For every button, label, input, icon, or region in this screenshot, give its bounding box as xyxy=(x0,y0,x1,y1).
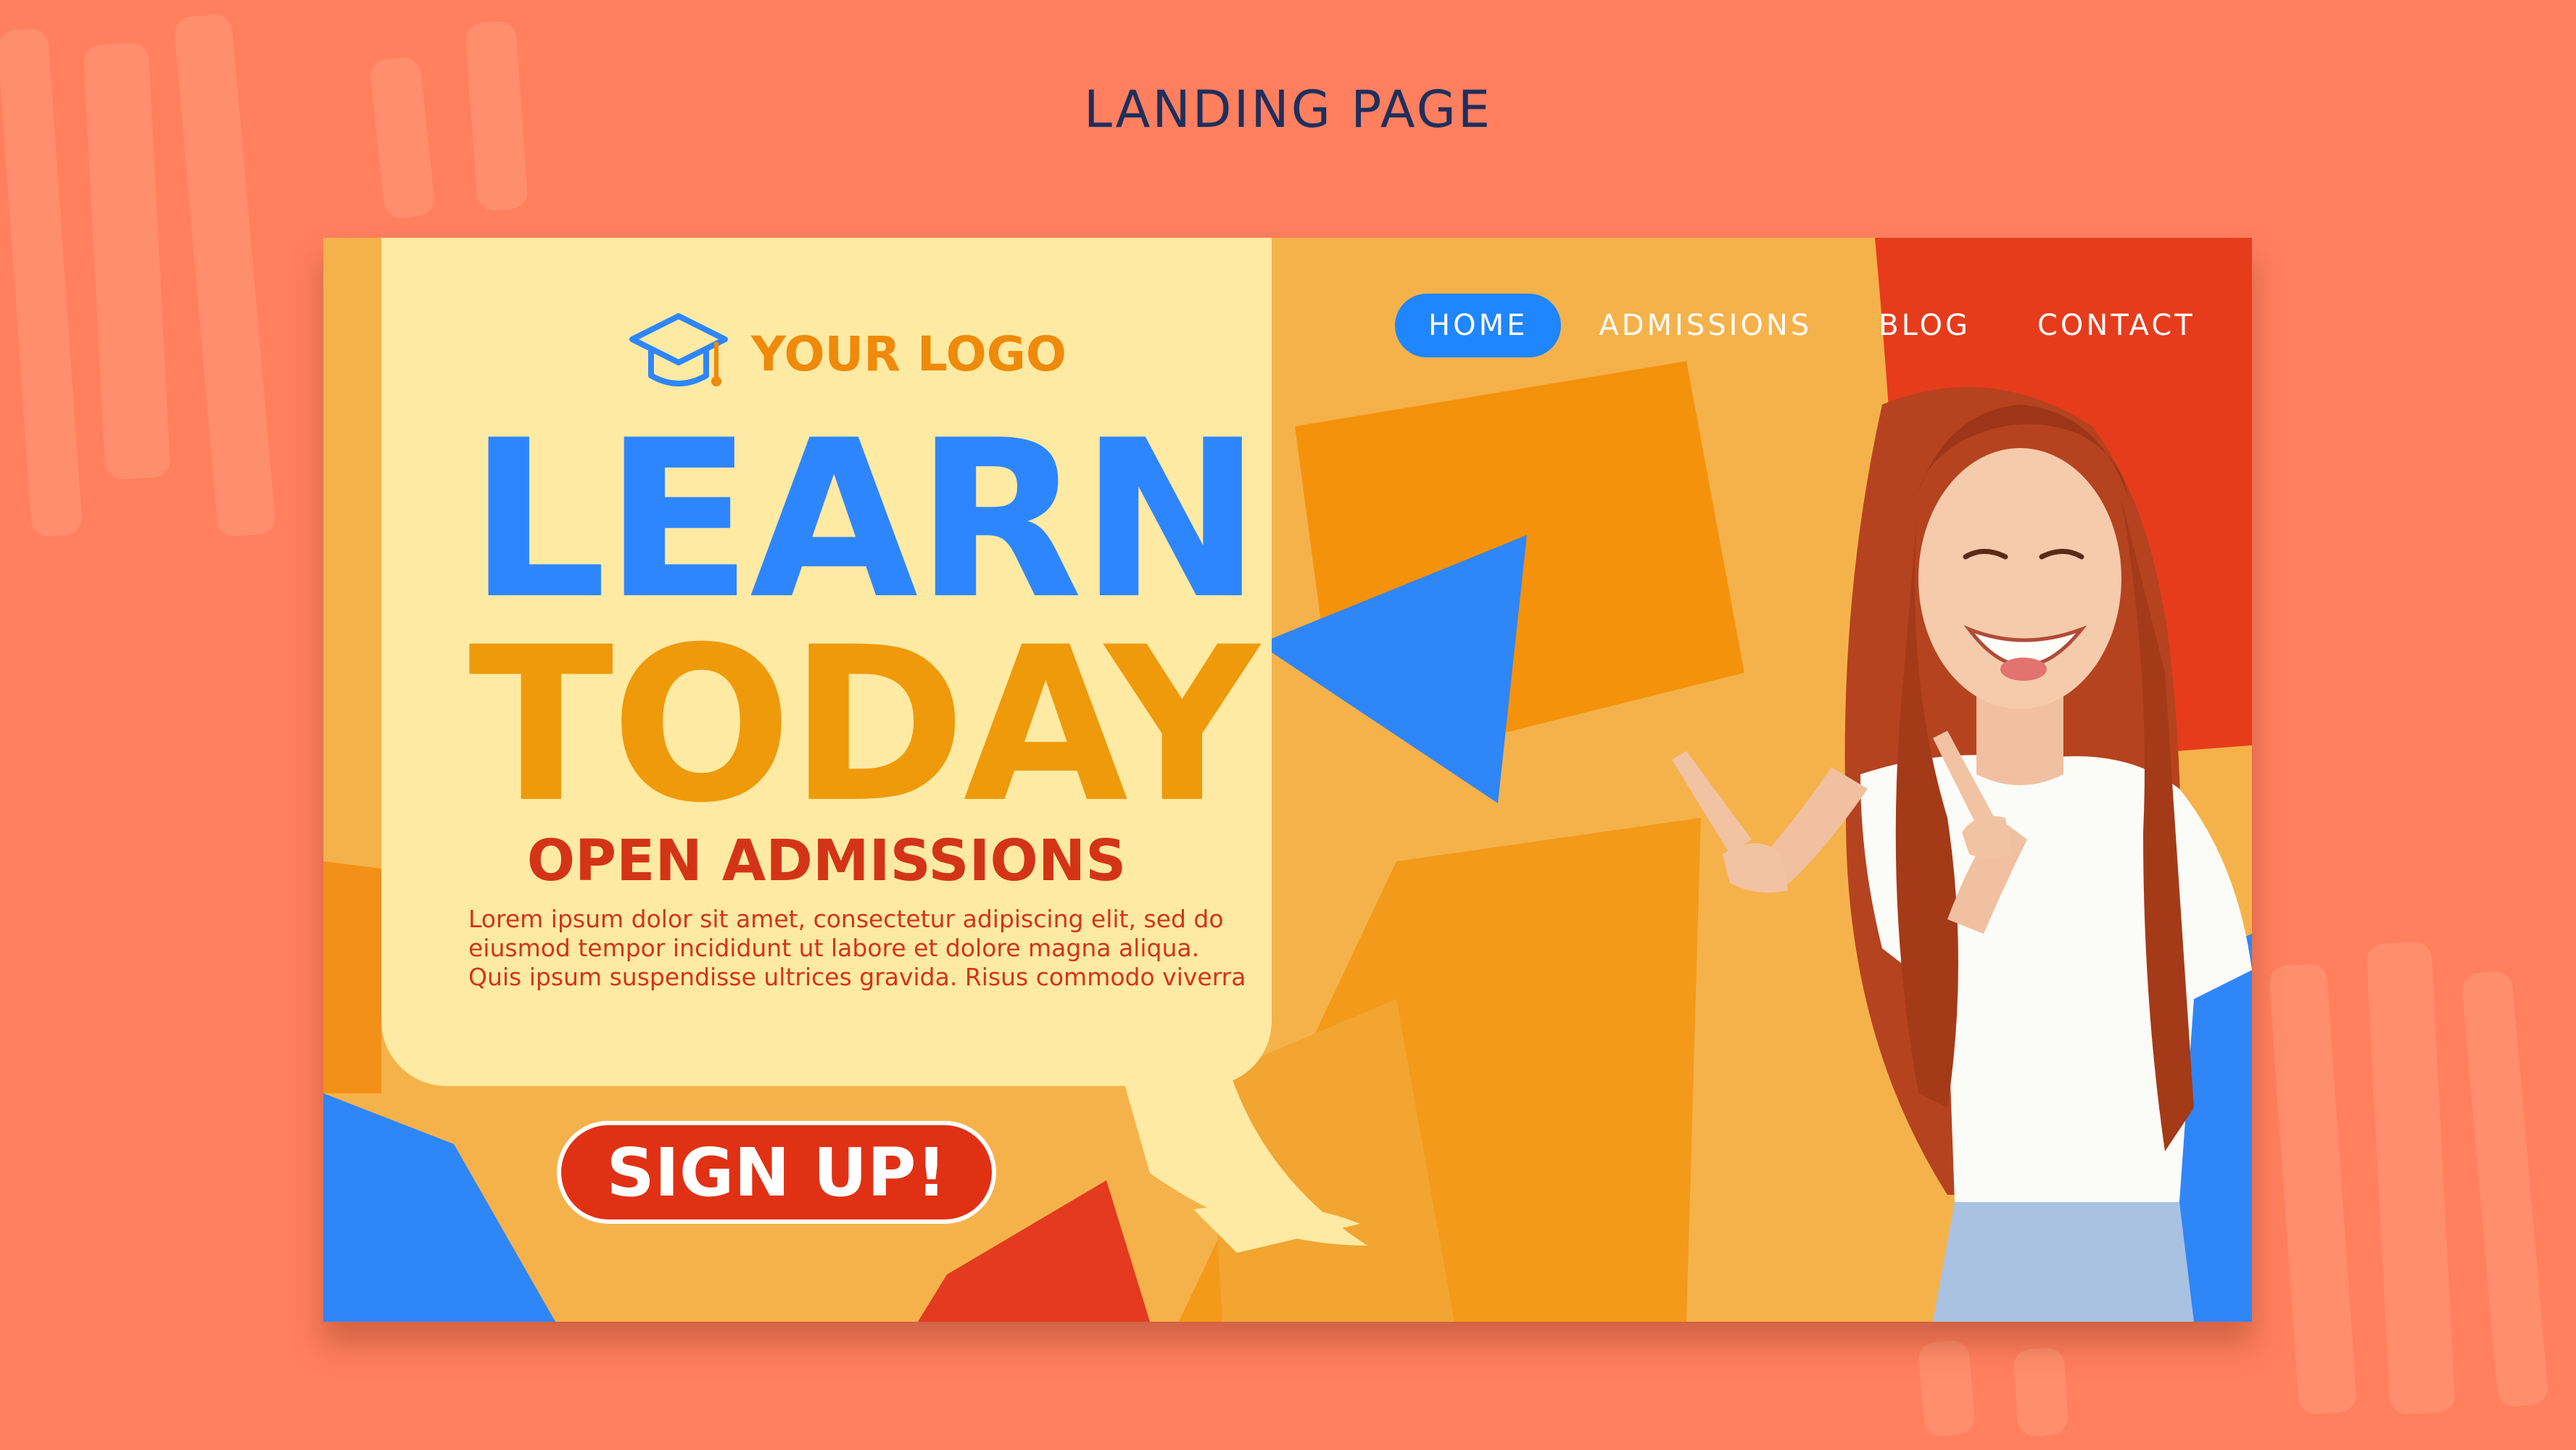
background-stripe xyxy=(2460,970,2550,1408)
landing-page-frame: YOUR LOGO LEARN TODAY OPEN ADMISSIONS Lo… xyxy=(323,238,2252,1322)
background-stripe xyxy=(2012,1346,2070,1438)
background-stripe xyxy=(2268,962,2358,1416)
hero-body-line: eiusmod tempor incididunt ut labore et d… xyxy=(468,934,1200,962)
page-heading: LANDING PAGE xyxy=(1083,80,1493,139)
hero-subtitle: OPEN ADMISSIONS xyxy=(526,829,1127,894)
hero-body-line: Quis ipsum suspendisse ultrices gravida.… xyxy=(468,963,1246,991)
hero-title-line1: LEARN xyxy=(468,394,1262,647)
graduation-cap-icon xyxy=(629,313,728,386)
student-photo xyxy=(1672,387,2252,1322)
hero-body-line: Lorem ipsum dolor sit amet, consectetur … xyxy=(468,905,1224,933)
background-stripe xyxy=(2366,941,2456,1415)
nav-item-home[interactable]: HOME xyxy=(1395,294,1562,357)
speech-bubble-tail xyxy=(1121,1072,1367,1246)
sign-up-button[interactable]: SIGN UP! xyxy=(557,1121,996,1224)
logo-text: YOUR LOGO xyxy=(751,326,1067,382)
logo[interactable]: YOUR LOGO xyxy=(628,310,1067,397)
hero-title-line2: TODAY xyxy=(468,602,1259,850)
background-stripe xyxy=(1917,1339,1976,1438)
hero-body-text: Lorem ipsum dolor sit amet, consectetur … xyxy=(468,905,1246,992)
